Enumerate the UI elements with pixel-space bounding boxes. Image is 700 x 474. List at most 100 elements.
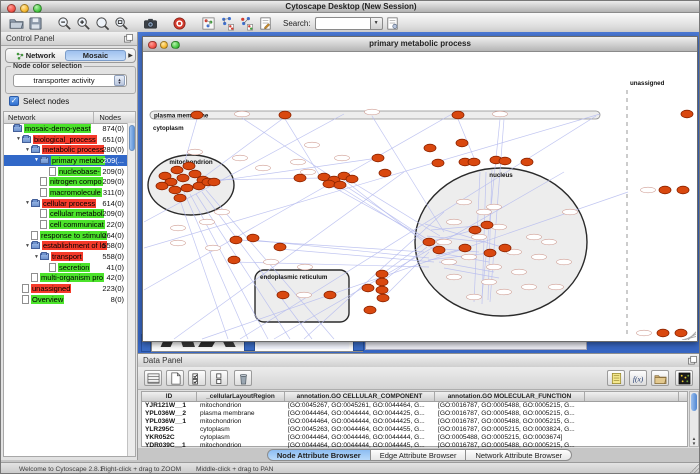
graph-node[interactable] — [499, 244, 511, 252]
select-attributes-button[interactable] — [188, 370, 206, 386]
tab-scroll-right-icon[interactable]: ▶ — [126, 52, 135, 59]
tree-row[interactable]: mosaic-demo-yeast874(0) — [4, 123, 127, 134]
graph-node[interactable] — [279, 111, 291, 119]
table-row[interactable]: YJR121W__1mitochondrion[GO:0045267, GO:0… — [142, 402, 687, 410]
graph-node[interactable] — [657, 329, 669, 337]
table-cell[interactable]: YJR121W__1 — [142, 402, 197, 410]
column-header[interactable]: annotation.GO MOLECULAR_FUNCTION — [435, 392, 585, 401]
graph-node[interactable] — [156, 182, 168, 190]
graph-node[interactable] — [208, 178, 220, 186]
table-row[interactable]: YPL036W__1mitochondrion[GO:0044464, GO:0… — [142, 418, 687, 426]
unselect-attributes-button[interactable] — [210, 370, 228, 386]
graph-node[interactable] — [681, 110, 693, 118]
search-dropdown-button[interactable]: ▼ — [370, 17, 383, 30]
import-attributes-button[interactable] — [651, 370, 669, 386]
table-cell[interactable]: plasma membrane — [197, 410, 285, 418]
table-cell[interactable]: mitochondrion — [197, 418, 285, 426]
graph-node[interactable] — [364, 306, 376, 314]
graph-node[interactable] — [191, 111, 203, 119]
zoom-fit-button[interactable] — [113, 15, 130, 32]
graph-node[interactable] — [459, 244, 471, 252]
tree-row[interactable]: ▼cellular process614(0) — [4, 198, 127, 209]
column-header[interactable]: annotation.GO CELLULAR_COMPONENT — [285, 392, 435, 401]
graph-node[interactable] — [230, 236, 242, 244]
delete-attribute-button[interactable] — [234, 370, 252, 386]
table-row[interactable]: YPL036W__2plasma membrane[GO:0044464, GO… — [142, 410, 687, 418]
scrollbar-thumb[interactable] — [129, 125, 135, 151]
graph-node[interactable] — [376, 270, 388, 278]
scrollbar-thumb[interactable] — [691, 393, 697, 411]
table-cell[interactable]: YPL036W__1 — [142, 418, 197, 426]
tree-row[interactable]: Overview8(0) — [4, 294, 127, 305]
disclosure-triangle-icon[interactable]: ▼ — [33, 254, 40, 260]
graph-node[interactable] — [379, 169, 391, 177]
graph-node[interactable] — [659, 186, 671, 194]
vizmapper-button[interactable] — [200, 15, 217, 32]
graph-node[interactable] — [521, 158, 533, 166]
graph-node[interactable] — [432, 159, 444, 167]
graph-node[interactable] — [181, 184, 193, 192]
tree-row[interactable]: multi-organism pro42(0) — [4, 273, 127, 284]
tree-row[interactable]: response to stimulu264(0) — [4, 230, 127, 241]
tree-row[interactable]: cellular metabol209(0) — [4, 209, 127, 220]
graph-node[interactable] — [377, 294, 389, 302]
advanced-search-button[interactable] — [384, 15, 401, 32]
graph-node[interactable] — [362, 284, 374, 292]
browser-tab[interactable]: Edge Attribute Browser — [371, 449, 467, 461]
zoom-selected-button[interactable] — [94, 15, 111, 32]
function-builder-button[interactable]: f(x) — [629, 370, 647, 386]
table-cell[interactable]: mitochondrion — [197, 402, 285, 410]
graph-node[interactable] — [484, 249, 496, 257]
table-cell[interactable]: YPL036W__2 — [142, 410, 197, 418]
graph-node[interactable] — [456, 139, 468, 147]
tab-mosaic[interactable]: Mosaic — [65, 50, 126, 61]
tree-scrollbar[interactable] — [127, 123, 135, 456]
tree-row[interactable]: macromolecule311(0) — [4, 187, 127, 198]
table-cell[interactable]: YKR052C — [142, 434, 197, 442]
graph-node[interactable] — [171, 166, 183, 174]
graph-node[interactable] — [247, 234, 259, 242]
table-cell[interactable]: [GO:0045267, GO:0045261, GO:0044464, G..… — [285, 402, 435, 410]
column-header[interactable]: _cellularLayoutRegion — [197, 392, 285, 401]
graph-node[interactable] — [274, 243, 286, 251]
graph-node[interactable] — [228, 256, 240, 264]
graph-node[interactable] — [677, 186, 689, 194]
open-session-button[interactable] — [8, 15, 25, 32]
graph-node[interactable] — [424, 144, 436, 152]
browser-tab[interactable]: Node Attribute Browser — [267, 449, 371, 461]
graph-node[interactable] — [376, 286, 388, 294]
tree-row[interactable]: nucleobase-209(0) — [4, 166, 127, 177]
search-input[interactable] — [315, 17, 370, 30]
disclosure-triangle-icon[interactable]: ▼ — [24, 200, 31, 206]
table-cell[interactable]: [GO:0016787, GO:0005488, GO:0005215, G..… — [435, 410, 585, 418]
zoom-in-button[interactable] — [75, 15, 92, 32]
float-panel-icon[interactable] — [124, 34, 133, 43]
graph-node[interactable] — [177, 174, 189, 182]
graph-node[interactable] — [294, 174, 306, 182]
tree-row[interactable]: ▼establishment of lo558(0) — [4, 241, 127, 252]
save-session-button[interactable] — [27, 15, 44, 32]
graph-node[interactable] — [499, 157, 511, 165]
zoom-out-button[interactable] — [56, 15, 73, 32]
node-color-select[interactable]: transporter activity ▲▼ — [13, 74, 127, 87]
table-cell[interactable]: cytoplasm — [197, 426, 285, 434]
tree-row[interactable]: secretion41(0) — [4, 262, 127, 273]
disclosure-triangle-icon[interactable]: ▼ — [33, 157, 40, 163]
graph-node[interactable] — [183, 162, 195, 170]
graph-node[interactable] — [346, 175, 358, 183]
window-resize-grip[interactable] — [690, 464, 700, 474]
tab-network[interactable]: Network — [6, 50, 65, 61]
graph-node[interactable] — [372, 154, 384, 162]
annotation-button[interactable] — [257, 15, 274, 32]
graph-node[interactable] — [481, 221, 493, 229]
graph-node[interactable] — [468, 158, 480, 166]
table-cell[interactable]: [GO:0045263, GO:0044464, GO:0044455, G..… — [285, 426, 435, 434]
table-row[interactable]: YLR295Ccytoplasm[GO:0045263, GO:0044464,… — [142, 426, 687, 434]
attribute-grid-button[interactable] — [144, 370, 162, 386]
tree-row[interactable]: cell communicat22(0) — [4, 219, 127, 230]
tree-row[interactable]: ▼metabolic process280(0) — [4, 144, 127, 155]
graph-node[interactable] — [324, 291, 336, 299]
select-nodes-checkbox[interactable]: ✓ — [9, 96, 19, 106]
help-button[interactable] — [171, 15, 188, 32]
scrollbar-arrows[interactable]: ▲▼ — [690, 436, 698, 446]
